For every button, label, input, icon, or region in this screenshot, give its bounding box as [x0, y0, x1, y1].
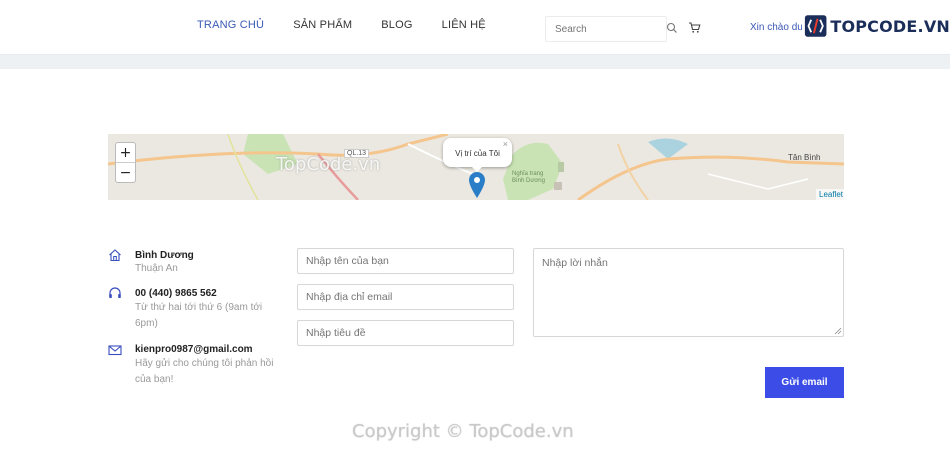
mail-icon [108, 345, 122, 356]
popup-close-icon[interactable]: × [503, 139, 508, 149]
cart-icon[interactable] [688, 21, 701, 34]
headphones-icon [109, 287, 121, 298]
email-input[interactable] [298, 285, 513, 309]
phone-hours-line1: Từ thứ hai tới thứ 6 (9am tới [135, 302, 263, 313]
phone-hours-line2: 6pm) [135, 318, 158, 329]
site-logo[interactable]: TOPCODE.VN [802, 11, 950, 41]
search-icon[interactable] [666, 22, 678, 34]
email-field [297, 284, 514, 310]
subject-field [297, 320, 514, 346]
zoom-out-button[interactable]: − [116, 163, 135, 183]
phone-number: 00 (440) 9865 562 [135, 288, 217, 299]
message-textarea[interactable] [534, 249, 843, 336]
map-watermark: TopCode.vn [276, 154, 381, 175]
map-label-district: Tân Bình [788, 153, 821, 162]
resize-handle-icon[interactable] [834, 327, 842, 335]
copyright-watermark: Copyright © TopCode.vn [352, 421, 574, 442]
email-note-line2: của bạn! [135, 374, 174, 385]
nav-item-products[interactable]: SẢN PHẨM [293, 19, 352, 31]
name-field [297, 248, 514, 274]
logo-icon [804, 15, 827, 37]
send-email-button[interactable]: Gửi email [765, 367, 844, 398]
nav-item-contact[interactable]: LIÊN HỆ [442, 19, 486, 31]
map-attribution-link[interactable]: Leaflet [816, 189, 847, 200]
main-nav: TRANG CHỦ SẢN PHẨM BLOG LIÊN HỆ [197, 19, 515, 31]
message-field [533, 248, 844, 337]
name-input[interactable] [298, 249, 513, 273]
site-header: TRANG CHỦ SẢN PHẨM BLOG LIÊN HỆ Xin chào… [0, 0, 950, 55]
map-zoom-control: + − [115, 142, 136, 183]
zoom-in-button[interactable]: + [116, 143, 135, 163]
map-popup: Vị trí của Tôi × [443, 138, 512, 172]
nav-item-home[interactable]: TRANG CHỦ [197, 19, 264, 31]
greeting-link[interactable]: Xin chào du [750, 22, 803, 33]
home-icon [109, 249, 121, 262]
subject-input[interactable] [298, 321, 513, 345]
contact-page: TRANG CHỦ SẢN PHẨM BLOG LIÊN HỆ Xin chào… [0, 0, 950, 453]
email-note-line1: Hãy gửi cho chúng tôi phản hồi [135, 358, 274, 369]
address-subtitle: Thuận An [135, 263, 178, 274]
map-marker-icon[interactable] [469, 172, 485, 198]
map-popup-text: Vị trí của Tôi [455, 149, 500, 158]
email-address: kienpro0987@gmail.com [135, 344, 253, 355]
header-band [0, 55, 950, 69]
map-label-cemetery: Nghĩa trang Bình Dương [512, 171, 545, 184]
nav-item-blog[interactable]: BLOG [381, 19, 412, 31]
search-box [545, 16, 667, 42]
search-input[interactable] [546, 17, 666, 41]
logo-text: TOPCODE.VN [830, 16, 950, 36]
address-title: Bình Dương [135, 250, 194, 261]
